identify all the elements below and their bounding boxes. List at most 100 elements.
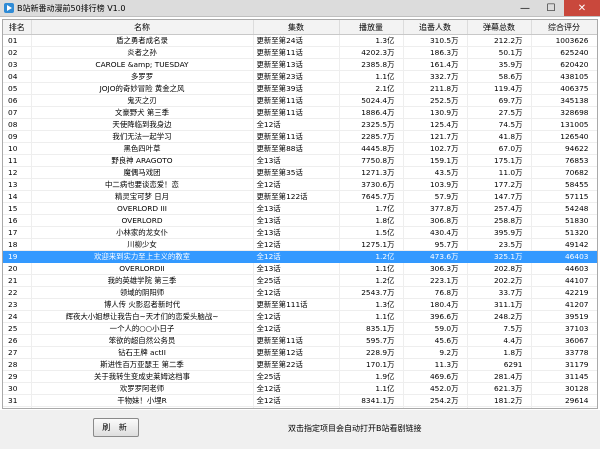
name-cell: 鬼灭之刃: [31, 94, 254, 107]
plays-cell: 1.5亿: [339, 226, 404, 239]
rank-cell: 03: [3, 58, 32, 71]
table-row[interactable]: 15 OVERLORD III 全13话 1.7亿 377.8万 257.4万 54248: [3, 202, 597, 215]
column-header[interactable]: 弹幕总数: [467, 20, 532, 35]
plays-cell: 228.9万: [339, 346, 404, 359]
table-row[interactable]: 11 野良神 ARAGOTO 全13话 7750.8万 159.1万 175.1万 7685…: [3, 154, 597, 167]
table-row[interactable]: 21 我的英雄学院 第三季 全25话 1.2亿 223.1万 202.2万 44107: [3, 274, 597, 287]
column-header[interactable]: 播放量: [339, 20, 404, 35]
name-cell: 笨欲的超自然公务员: [31, 334, 254, 347]
score-cell: 37103: [531, 322, 597, 335]
name-cell: 炎者之孙: [31, 46, 254, 59]
rank-cell: 17: [3, 226, 32, 239]
table-row[interactable]: 22 领域的阴阳师 全12话 2543.7万 76.8万 33.7万 42219: [3, 286, 597, 299]
rank-cell: 10: [3, 142, 32, 155]
column-header[interactable]: 名称: [31, 20, 254, 35]
table-row[interactable]: 09 我们无法一起学习 更新至第11话 2285.7万 121.7万 41.8万 12654…: [3, 130, 597, 143]
maximize-button[interactable]: ☐: [538, 0, 564, 16]
table-row[interactable]: 28 斯进性百万亚瑟王 第二季 更新至第22话 170.1万 11.3万 6291 3117…: [3, 358, 597, 371]
table-row[interactable]: 06 鬼灭之刃 更新至第11话 5024.4万 252.5万 69.7万 345138: [3, 94, 597, 107]
followers-cell: 45.6万: [403, 334, 468, 347]
plays-cell: 1275.1万: [339, 238, 404, 251]
plays-cell: 595.7万: [339, 334, 404, 347]
score-cell: 620420: [531, 58, 597, 71]
table-row[interactable]: 32路人超能100 (灵能百分百)全12话6327.4万255.5万111.4万…: [3, 406, 597, 408]
danmaku-cell: 1.8万: [467, 346, 532, 359]
close-button[interactable]: ✕: [564, 0, 600, 16]
rank-cell: 02: [3, 46, 32, 59]
rank-cell: 24: [3, 310, 32, 323]
table-row[interactable]: 26 笨欲的超自然公务员 更新至第11话 595.7万 45.6万 4.4万 36067: [3, 334, 597, 347]
minimize-button[interactable]: —: [512, 0, 538, 16]
table-row[interactable]: 01 盾之勇者成名录 更新至第24话 1.3亿 310.5万 212.2万 1003626: [3, 34, 597, 47]
episodes-cell: 全12话: [253, 286, 340, 299]
rank-cell: 29: [3, 370, 32, 383]
app-icon: [4, 3, 14, 13]
score-cell: 46403: [531, 250, 597, 263]
danmaku-cell: 50.1万: [467, 46, 532, 59]
table-row[interactable]: 07 文豪野犬 第三季 更新至第11话 1886.4万 130.9万 27.5万 32869…: [3, 106, 597, 119]
followers-cell: 11.3万: [403, 358, 468, 371]
plays-cell: 2.1亿: [339, 82, 404, 95]
score-cell: 42219: [531, 286, 597, 299]
rank-cell: 01: [3, 34, 32, 47]
table-row[interactable]: 08 天使降临到我身边 全12话 2325.5万 125.4万 74.5万 131005: [3, 118, 597, 131]
danmaku-cell: 35.9万: [467, 58, 532, 71]
name-cell: 关于我转生变成史莱姆这档事: [31, 370, 254, 383]
danmaku-cell: 311.1万: [467, 298, 532, 311]
table-row[interactable]: 02 炎者之孙 更新至第11话 4202.3万 186.3万 50.1万 625240: [3, 46, 597, 59]
episodes-cell: 更新至第11话: [253, 46, 340, 59]
table-row[interactable]: 29 关于我转生变成史莱姆这档事 全25话 1.9亿 469.6万 281.4万 31145: [3, 370, 597, 383]
danmaku-cell: 4.4万: [467, 334, 532, 347]
column-header[interactable]: 排名: [3, 20, 32, 35]
score-cell: 41207: [531, 298, 597, 311]
name-cell: JOJO的奇妙冒险 黄金之风: [31, 82, 254, 95]
episodes-cell: 更新至第122话: [253, 190, 340, 203]
table-row[interactable]: 03 CAROLE &amp; TUESDAY 更新至第13话 2385.8万 161.…: [3, 58, 597, 71]
rank-cell: 21: [3, 274, 32, 287]
danmaku-cell: 41.8万: [467, 130, 532, 143]
name-cell: 魔偶马戏团: [31, 166, 254, 179]
name-cell: 我的英雄学院 第三季: [31, 274, 254, 287]
table-row[interactable]: 13 中二病也要谈恋爱！恋 全12话 3730.6万 103.9万 177.2万 58455: [3, 178, 597, 191]
table-row[interactable]: 17 小林家的龙女仆 全13话 1.5亿 430.4万 395.9万 51320: [3, 226, 597, 239]
danmaku-cell: 6291: [467, 358, 532, 371]
followers-cell: 377.8万: [403, 202, 468, 215]
plays-cell: 1271.3万: [339, 166, 404, 179]
table-row[interactable]: 20 OVERLORDII 全13话 1.1亿 306.3万 202.8万 44603: [3, 262, 597, 275]
table-row[interactable]: 23 博人传 火影忍者新时代 更新至第111话 1.3亿 180.4万 311.1万 412…: [3, 298, 597, 311]
table-row[interactable]: 31 干物妹！小埋R 全12话 8341.1万 254.2万 181.2万 29614: [3, 394, 597, 407]
table-row[interactable]: 27 钻石王牌 actII 更新至第12话 228.9万 9.2万 1.8万 33778: [3, 346, 597, 359]
table-row[interactable]: 14 精灵宝可梦 日月 更新至第122话 7645.7万 57.9万 147.7万 5711…: [3, 190, 597, 203]
column-header[interactable]: 集数: [253, 20, 340, 35]
followers-cell: 76.8万: [403, 286, 468, 299]
rank-cell: 30: [3, 382, 32, 395]
danmaku-cell: 58.6万: [467, 70, 532, 83]
hint-text: 双击指定项目会自动打开B站看剧链接: [288, 424, 422, 433]
danmaku-cell: 258.8万: [467, 214, 532, 227]
column-header[interactable]: 追番人数: [403, 20, 468, 35]
refresh-button[interactable]: 刷 新: [93, 418, 139, 437]
name-cell: OVERLORD III: [31, 202, 254, 215]
table-row[interactable]: 30 欢罗罗阿老师 全12话 1.1亿 452.0万 621.3万 30128: [3, 382, 597, 395]
episodes-cell: 全12话: [253, 178, 340, 191]
danmaku-cell: 74.5万: [467, 118, 532, 131]
followers-cell: 121.7万: [403, 130, 468, 143]
table-row[interactable]: 16 OVERLORD 全13话 1.8亿 306.8万 258.8万 51830: [3, 214, 597, 227]
table-row[interactable]: 24 辉夜大小姐想让我告白~天才们的恋爱头脑战~ 全12话 1.1亿 396.6万 248…: [3, 310, 597, 323]
table-row[interactable]: 19 欢迎来到实力至上主义的教室 全12话 1.2亿 473.6万 325.1万 46403: [3, 250, 597, 263]
table-row[interactable]: 05 JOJO的奇妙冒险 黄金之风 更新至第39话 2.1亿 211.8万 119.4万 4…: [3, 82, 597, 95]
table-row[interactable]: 10 黑色四叶草 更新至第88话 4445.8万 102.7万 67.0万 94622: [3, 142, 597, 155]
plays-cell: 1.3亿: [339, 34, 404, 47]
column-header[interactable]: 综合评分: [531, 20, 597, 35]
table-row[interactable]: 12 魔偶马戏团 更新至第35话 1271.3万 43.5万 11.0万 70682: [3, 166, 597, 179]
table-row[interactable]: 18 川柳少女 全12话 1275.1万 95.7万 23.5万 49142: [3, 238, 597, 251]
followers-cell: 469.6万: [403, 370, 468, 383]
episodes-cell: 全25话: [253, 274, 340, 287]
ranking-list[interactable]: 排名 名称 集数 播放量 追番人数 弹幕总数 综合评分 01 盾之勇者成名录 更新至第24话 1.…: [2, 19, 598, 409]
rank-cell: 26: [3, 334, 32, 347]
danmaku-cell: 395.9万: [467, 226, 532, 239]
table-row[interactable]: 04 多罗罗 更新至第23话 1.1亿 332.7万 58.6万 438105: [3, 70, 597, 83]
score-cell: 328698: [531, 106, 597, 119]
table-row[interactable]: 25 一个人的○○小日子 全12话 835.1万 59.0万 7.5万 37103: [3, 322, 597, 335]
danmaku-cell: 202.2万: [467, 274, 532, 287]
